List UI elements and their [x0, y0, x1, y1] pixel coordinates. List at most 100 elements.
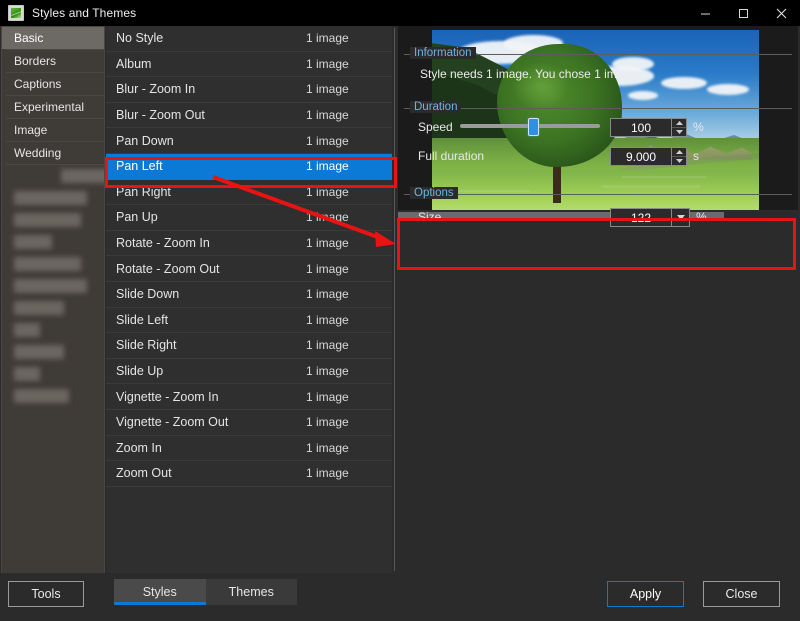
list-item[interactable]: Pan Right 1 image: [106, 180, 392, 206]
list-item[interactable]: Vignette - Zoom In 1 image: [106, 384, 392, 410]
size-combobox[interactable]: 122: [610, 208, 672, 227]
close-button[interactable]: Close: [703, 581, 780, 607]
speed-input[interactable]: 100: [610, 118, 672, 137]
sidebar-item-captions[interactable]: Captions: [2, 73, 104, 95]
style-name: Pan Down: [116, 133, 174, 148]
style-image-count: 1 image: [306, 159, 349, 174]
style-name: Zoom Out: [116, 466, 172, 481]
list-item[interactable]: Album 1 image: [106, 52, 392, 78]
stepper-down-icon[interactable]: [672, 128, 686, 136]
list-item[interactable]: Pan Down 1 image: [106, 128, 392, 154]
sidebar-item-obscured[interactable]: Xxxx Xxx Xxx: [2, 275, 104, 297]
category-sidebar[interactable]: Basic Borders Captions Experimental Imag…: [1, 26, 105, 575]
chevron-down-icon[interactable]: [672, 208, 690, 227]
list-item[interactable]: No Style 1 image: [106, 26, 392, 52]
sidebar-item-image[interactable]: Image: [2, 119, 104, 141]
list-item-selected-pan-left[interactable]: Pan Left 1 image: [106, 153, 392, 180]
style-image-count: 1 image: [306, 364, 349, 379]
list-item[interactable]: Blur - Zoom In 1 image: [106, 77, 392, 103]
sidebar-item-label: Wedding: [14, 146, 62, 160]
list-item[interactable]: Zoom In 1 image: [106, 436, 392, 462]
sidebar-item-obscured[interactable]: Xxxx: [2, 319, 104, 341]
settings-pane: Information Style needs 1 image. You cho…: [396, 26, 800, 573]
sidebar-item-obscured[interactable]: Xxxx: [2, 363, 104, 385]
slider-thumb[interactable]: [528, 118, 539, 136]
sidebar-item-borders[interactable]: Borders: [2, 50, 104, 72]
close-icon[interactable]: [762, 0, 800, 26]
sidebar-item-label: Basic: [14, 31, 44, 45]
field-stripe: [601, 185, 701, 189]
full-duration-stepper[interactable]: [672, 147, 687, 166]
style-image-count: 1 image: [306, 466, 349, 481]
tab-themes[interactable]: Themes: [205, 579, 297, 605]
duration-group: Duration Speed 100 % Full duration 9.000: [404, 101, 792, 184]
sidebar-item-wedding[interactable]: Wedding: [2, 142, 104, 164]
style-image-count: 1 image: [306, 56, 349, 71]
sidebar-item-obscured[interactable]: Xxx Xxxxx: [2, 385, 104, 407]
style-name: Vignette - Zoom In: [116, 389, 219, 404]
style-image-count: 1 image: [306, 415, 349, 430]
style-image-count: 1 image: [306, 31, 349, 46]
style-name: Slide Right: [116, 338, 177, 353]
sidebar-item-obscured[interactable]: Xxxxxx Xxxx: [2, 209, 104, 231]
options-group-title: Options: [410, 187, 458, 199]
style-name: Rotate - Zoom Out: [116, 261, 220, 276]
information-message: Style needs 1 image. You chose 1 image: [420, 67, 637, 81]
maximize-icon[interactable]: [724, 0, 762, 26]
style-image-count: 1 image: [306, 338, 349, 353]
style-name: Blur - Zoom Out: [116, 108, 205, 123]
style-image-count: 1 image: [306, 312, 349, 327]
list-item[interactable]: Vignette - Zoom Out 1 image: [106, 410, 392, 436]
sidebar-item-experimental[interactable]: Experimental: [2, 96, 104, 118]
style-name: Pan Right: [116, 184, 171, 199]
minimize-icon[interactable]: [686, 0, 724, 26]
list-item[interactable]: Slide Down 1 image: [106, 282, 392, 308]
style-image-count: 1 image: [306, 236, 349, 251]
group-rule: [404, 108, 792, 109]
style-image-count: 1 image: [306, 108, 349, 123]
styles-list[interactable]: No Style 1 image Album 1 image Blur - Zoom…: [106, 26, 392, 573]
style-name: Blur - Zoom In: [116, 82, 196, 97]
style-image-count: 1 image: [306, 261, 349, 276]
style-name: No Style: [116, 31, 164, 46]
window-body: Basic Borders Captions Experimental Imag…: [0, 26, 800, 621]
list-item[interactable]: Zoom Out 1 image: [106, 461, 392, 487]
style-name: Vignette - Zoom Out: [116, 415, 229, 430]
list-item[interactable]: Slide Left 1 image: [106, 308, 392, 334]
sidebar-item-obscured[interactable]: Xxxxxxxx: [2, 297, 104, 319]
full-duration-input[interactable]: 9.000: [610, 147, 672, 166]
full-duration-label: Full duration: [418, 149, 485, 163]
sidebar-item-obscured[interactable]: Xxx Xxxxxx: [2, 165, 104, 187]
list-item[interactable]: Rotate - Zoom In 1 image: [106, 231, 392, 257]
speed-stepper[interactable]: [672, 118, 687, 137]
list-item[interactable]: Pan Up 1 image: [106, 205, 392, 231]
list-item[interactable]: Rotate - Zoom Out 1 image: [106, 256, 392, 282]
tab-styles[interactable]: Styles: [114, 579, 206, 605]
sidebar-item-obscured[interactable]: Xxxxxx Xxxxx: [2, 187, 104, 209]
stepper-up-icon[interactable]: [672, 119, 686, 128]
speed-unit: %: [693, 120, 704, 134]
field-stripe: [457, 190, 531, 192]
view-tabs[interactable]: Styles Themes: [114, 579, 297, 605]
speed-slider[interactable]: [460, 117, 600, 136]
list-item[interactable]: Slide Up 1 image: [106, 359, 392, 385]
group-rule: [404, 194, 792, 195]
sidebar-item-obscured[interactable]: Xxxxxx Xxxx: [2, 253, 104, 275]
style-image-count: 1 image: [306, 210, 349, 225]
title-bar[interactable]: Styles and Themes: [0, 0, 800, 26]
tools-button[interactable]: Tools: [8, 581, 84, 607]
stepper-up-icon[interactable]: [672, 148, 686, 157]
style-image-count: 1 image: [306, 133, 349, 148]
stepper-down-icon[interactable]: [672, 157, 686, 165]
sidebar-item-basic[interactable]: Basic: [2, 27, 104, 49]
style-image-count: 1 image: [306, 287, 349, 302]
sidebar-item-label: Borders: [14, 54, 57, 68]
list-item[interactable]: Slide Right 1 image: [106, 333, 392, 359]
sidebar-item-obscured[interactable]: Xxxxxxxx: [2, 341, 104, 363]
apply-button[interactable]: Apply: [607, 581, 684, 607]
list-item[interactable]: Blur - Zoom Out 1 image: [106, 103, 392, 129]
style-name: Pan Left: [116, 159, 163, 174]
sidebar-item-obscured[interactable]: Xxxxxx: [2, 231, 104, 253]
style-image-count: 1 image: [306, 184, 349, 199]
duration-group-title: Duration: [410, 101, 462, 113]
